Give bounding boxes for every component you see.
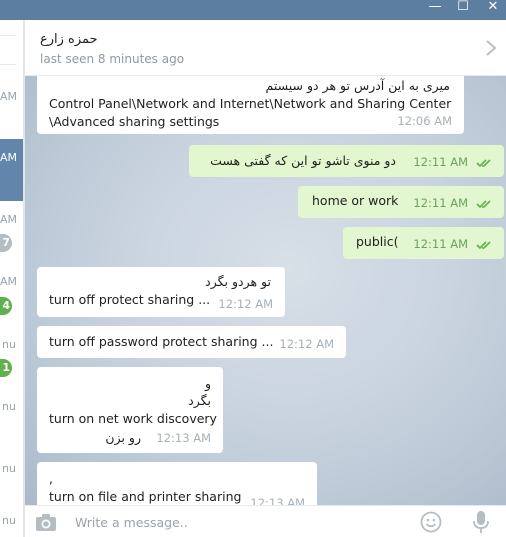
message-time: 12:11 AM	[413, 155, 468, 169]
last-seen-status: last seen 8 minutes ago	[40, 52, 185, 66]
emoji-icon[interactable]	[420, 511, 442, 533]
message-time: 12:12 AM	[218, 297, 273, 311]
chat-list-time: nu	[2, 338, 16, 351]
chat-list-item-active[interactable]: AM	[0, 139, 23, 201]
compose-bar	[25, 505, 506, 537]
message-text: home or work	[312, 193, 399, 208]
message-text: تو هردو بگرد	[205, 274, 271, 289]
message-incoming[interactable]: تو هردو بگرد turn off protect sharing ..…	[37, 267, 285, 317]
message-outgoing[interactable]: home or work 12:11 AM	[298, 186, 504, 218]
message-incoming[interactable]: turn off password protect sharing ... 12…	[37, 326, 346, 358]
message-time: 12:06 AM	[397, 114, 452, 128]
message-text: turn off password protect sharing ...	[49, 334, 274, 349]
chat-list-time: nu	[2, 514, 16, 527]
contact-name[interactable]: حمزه زارع	[40, 32, 98, 47]
message-text: \Advanced sharing settings	[49, 114, 220, 129]
chat-list-time: nu	[2, 462, 16, 475]
message-text: و	[204, 376, 211, 391]
chat-list-sidebar: AM AM AM 7 AM 4 nu 1 nu nu nu	[0, 20, 24, 537]
message-text: turn off protect sharing ...	[49, 292, 211, 307]
message-time: 12:12 AM	[279, 337, 334, 351]
message-incoming[interactable]: میری به این آدرس تو هر دو سیستم Control …	[37, 76, 464, 134]
message-text: turn on file and printer sharing	[49, 489, 242, 504]
message-text: بگرد	[188, 393, 211, 408]
window-titlebar: — ☐ ✕	[0, 0, 506, 20]
unread-badge: 7	[0, 234, 12, 252]
maximize-button[interactable]: ☐	[452, 0, 474, 20]
double-check-icon	[476, 159, 491, 168]
message-text: رو بزن	[105, 430, 141, 445]
chat-list-time: AM	[0, 90, 16, 103]
microphone-icon[interactable]	[472, 510, 490, 534]
message-incoming[interactable]: و بگرد turn on net work discovery رو بزن…	[37, 367, 223, 453]
chevron-right-icon[interactable]	[484, 38, 498, 58]
message-outgoing[interactable]: public( 12:11 AM	[343, 227, 504, 259]
message-text: میری به این آدرس تو هر دو سیستم	[265, 78, 450, 93]
message-time: 12:11 AM	[413, 196, 468, 210]
message-time: 12:13 AM	[250, 496, 305, 505]
double-check-icon	[476, 241, 491, 250]
chat-list-time: nu	[2, 400, 16, 413]
message-outgoing[interactable]: دو منوی تاشو تو این که گفتی هست 12:11 AM	[189, 145, 504, 177]
chat-header[interactable]: حمزه زارع last seen 8 minutes ago	[25, 20, 506, 76]
message-text: ,	[49, 471, 53, 486]
close-button[interactable]: ✕	[482, 0, 504, 20]
camera-icon[interactable]	[35, 512, 57, 532]
message-area[interactable]: میری به این آدرس تو هر دو سیستم Control …	[25, 76, 506, 505]
minimize-button[interactable]: —	[424, 0, 446, 20]
message-text: دو منوی تاشو تو این که گفتی هست	[210, 153, 396, 168]
message-input[interactable]	[75, 512, 405, 532]
message-text: Control Panel\Network and Internet\Netwo…	[49, 96, 452, 111]
message-time: 12:11 AM	[413, 237, 468, 251]
chat-list-item-partial[interactable]	[0, 35, 16, 65]
message-time: 12:13 AM	[156, 431, 211, 445]
message-incoming[interactable]: , turn on file and printer sharing 12:13…	[37, 462, 317, 505]
chat-list-time: AM	[0, 213, 16, 226]
chat-list-time: AM	[0, 275, 16, 288]
message-text: turn on net work discovery	[49, 411, 217, 426]
unread-badge: 1	[0, 359, 12, 377]
double-check-icon	[476, 200, 491, 209]
unread-badge: 4	[0, 297, 12, 315]
message-text: public(	[356, 234, 399, 249]
chat-list-time: AM	[0, 151, 16, 164]
